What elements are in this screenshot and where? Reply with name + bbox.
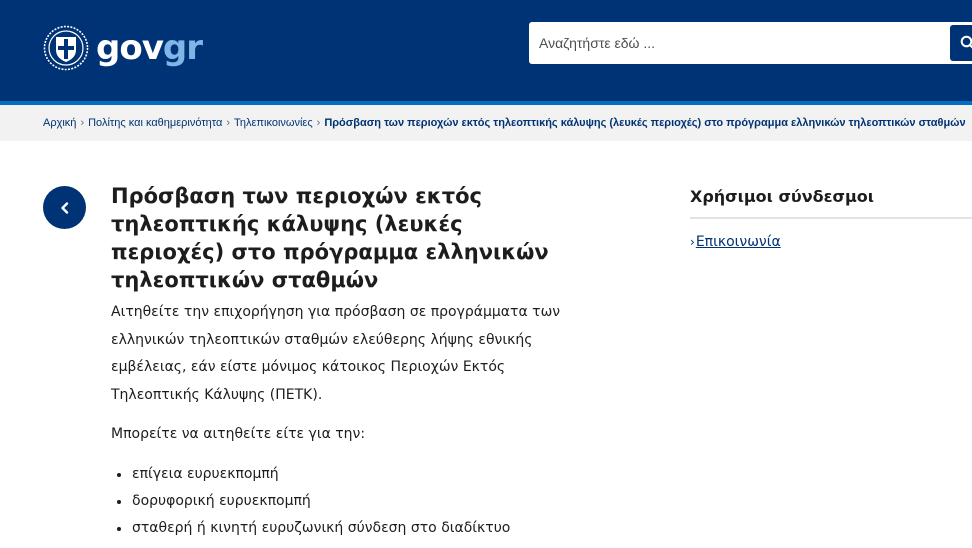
options-intro: Μπορείτε να αιτηθείτε είτε για την: [111, 426, 366, 442]
breadcrumb: Αρχική › Πολίτης και καθημερινότητα › Τη… [0, 105, 972, 141]
logo-gr: gr [162, 28, 203, 68]
breadcrumb-link-citizen[interactable]: Πολίτης και καθημερινότητα [88, 117, 222, 129]
search-button[interactable] [950, 25, 972, 61]
main-content: Αιτηθείτε την επιχορήγηση για πρόσβαση σ… [111, 299, 591, 542]
list-item-text: δορυφορική ευρυεκπομπή [132, 493, 311, 509]
chevron-right-icon: › [316, 117, 321, 129]
list-item: δορυφορική ευρυεκπομπή [111, 488, 591, 515]
list-item: σταθερή ή κινητή ευρυζωνική σύνδεση στο … [111, 515, 591, 542]
site-header: govgr [0, 0, 972, 101]
list-item: επίγεια ευρυεκπομπή [111, 461, 591, 488]
bullet-icon [117, 500, 121, 504]
list-item-text: επίγεια ευρυεκπομπή [132, 466, 279, 482]
breadcrumb-link-home[interactable]: Αρχική [43, 117, 76, 129]
back-button[interactable] [43, 186, 86, 229]
bullet-icon [117, 527, 121, 531]
search-input[interactable] [529, 22, 939, 64]
sidebar-link-item: › Επικοινωνία [690, 234, 972, 250]
useful-links-sidebar: Χρήσιμοι σύνδεσμοι › Επικοινωνία [690, 183, 972, 250]
search-bar [529, 22, 972, 64]
chevron-left-icon [60, 201, 68, 214]
chevron-right-icon: › [226, 117, 230, 129]
list-item-text: σταθερή ή κινητή ευρυζωνική σύνδεση στο … [132, 520, 511, 536]
bullet-icon [117, 473, 121, 477]
sidebar-title: Χρήσιμοι σύνδεσμοι [690, 187, 874, 206]
breadcrumb-link-telecom[interactable]: Τηλεπικοινωνίες [234, 117, 313, 129]
chevron-right-icon: › [690, 235, 695, 249]
logo-gov: gov [96, 28, 164, 68]
chevron-right-icon: › [80, 117, 85, 129]
search-icon [960, 35, 972, 49]
sidebar-divider [690, 217, 972, 219]
breadcrumb-current: Πρόσβαση των περιοχών εκτός τηλεοπτικής … [324, 117, 966, 129]
page-title: Πρόσβαση των περιοχών εκτός τηλεοπτικής … [111, 184, 549, 292]
lead-paragraph: Αιτηθείτε την επιχορήγηση για πρόσβαση σ… [111, 304, 561, 403]
options-list: επίγεια ευρυεκπομπή δορυφορική ευρυεκπομ… [111, 461, 591, 542]
sidebar-link-contact[interactable]: Επικοινωνία [696, 234, 781, 250]
greek-coat-of-arms-icon [43, 25, 89, 71]
govgr-logo[interactable]: govgr [43, 25, 203, 71]
logo-wordmark: govgr [96, 28, 203, 68]
